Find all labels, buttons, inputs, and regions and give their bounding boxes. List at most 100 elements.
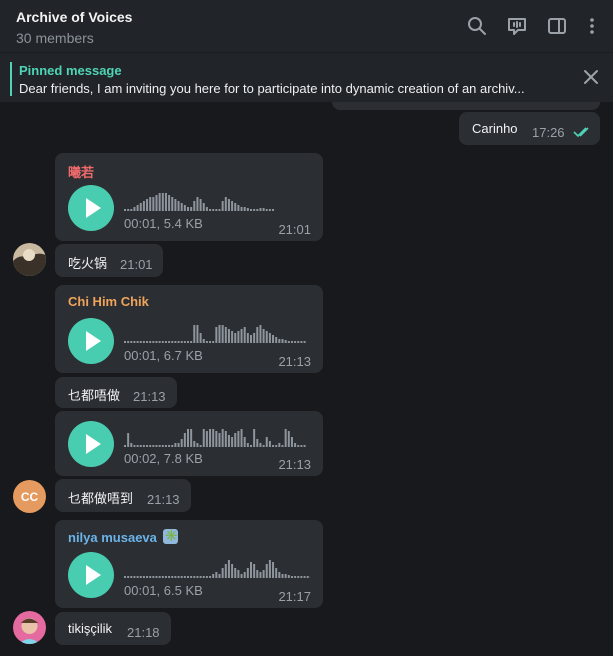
message-time: 17:26	[532, 125, 565, 140]
outgoing-message[interactable]: Carinho 17:26	[459, 112, 600, 145]
waveform[interactable]	[124, 319, 310, 343]
pinned-message-bar[interactable]: Pinned message Dear friends, I am inviti…	[0, 52, 613, 102]
waveform[interactable]	[124, 423, 310, 447]
sender-name[interactable]: nilya musaeva ✳️	[68, 529, 178, 545]
waveform-bar	[224, 197, 227, 211]
waveform-bar	[221, 325, 224, 343]
waveform-bar	[209, 429, 212, 447]
waveform-bar	[199, 199, 202, 211]
message-text: tikişçilik	[68, 621, 113, 636]
message-time: 21:18	[127, 625, 160, 640]
waveform-bar	[205, 431, 208, 447]
waveform-bar	[139, 445, 142, 447]
more-vertical-icon[interactable]	[581, 15, 603, 37]
waveform-bar	[158, 445, 161, 447]
waveform-bar	[149, 197, 152, 211]
waveform-bar	[278, 339, 281, 343]
waveform-bar	[237, 205, 240, 211]
waveform-bar	[265, 437, 268, 447]
waveform-bar	[205, 576, 208, 578]
waveform-bar	[256, 439, 259, 447]
waveform-bar	[253, 429, 256, 447]
member-count: 30 members	[16, 30, 94, 46]
waveform[interactable]	[124, 554, 310, 578]
waveform-bar	[199, 576, 202, 578]
waveform-bar	[272, 209, 275, 211]
waveform-bar	[152, 445, 155, 447]
badge-emoji: ✳️	[164, 529, 179, 542]
waveform-bar	[171, 197, 174, 211]
waveform-bar	[130, 341, 133, 343]
waveform-bar	[174, 443, 177, 447]
waveform-bar	[183, 341, 186, 343]
waveform-bar	[284, 340, 287, 343]
play-button[interactable]	[68, 552, 114, 598]
waveform-bar	[218, 325, 221, 343]
waveform-bar	[155, 341, 158, 343]
waveform[interactable]	[124, 187, 310, 211]
waveform-bar	[202, 429, 205, 447]
message-time: 21:01	[278, 222, 311, 237]
waveform-bar	[193, 441, 196, 447]
voice-message: 曦若 00:01, 5.4 KB 21:01	[55, 153, 323, 241]
user-avatar[interactable]	[13, 611, 46, 644]
waveform-bar	[124, 576, 126, 578]
waveform-bar	[127, 433, 130, 447]
waveform-bar	[124, 341, 126, 343]
waveform-bar	[234, 333, 237, 343]
search-icon[interactable]	[466, 15, 488, 37]
close-pinned-icon[interactable]	[580, 66, 602, 88]
waveform-bar	[190, 576, 193, 578]
waveform-bar	[287, 575, 290, 578]
waveform-bar	[300, 576, 303, 578]
text-message[interactable]: tikişçilik 21:18	[55, 612, 171, 645]
sidebar-toggle-icon[interactable]	[546, 15, 568, 37]
waveform-bar	[187, 341, 189, 343]
waveform-bar	[237, 570, 240, 578]
play-button[interactable]	[68, 421, 114, 467]
waveform-bar	[294, 341, 297, 343]
voice-message: nilya musaeva ✳️ 00:01, 6.5 KB 21:17	[55, 520, 323, 608]
waveform-bar	[227, 435, 230, 447]
waveform-bar	[234, 568, 237, 578]
waveform-bar	[246, 208, 249, 211]
waveform-bar	[164, 576, 167, 578]
waveform-bar	[180, 341, 183, 343]
waveform-bar	[142, 576, 145, 578]
text-message[interactable]: 乜都唔做 21:13	[55, 377, 177, 408]
play-button[interactable]	[68, 185, 114, 231]
waveform-bar	[168, 341, 171, 343]
text-message[interactable]: 乜都做唔到 21:13	[55, 479, 191, 512]
user-avatar-initials[interactable]: CC	[13, 480, 46, 513]
waveform-bar	[250, 209, 252, 211]
waveform-bar	[133, 207, 136, 211]
waveform-bar	[215, 209, 218, 211]
message-time: 21:01	[120, 257, 153, 272]
video-chat-icon[interactable]	[506, 15, 528, 37]
pinned-text: Dear friends, I am inviting you here for…	[19, 81, 525, 96]
waveform-bar	[149, 341, 152, 343]
waveform-bar	[161, 576, 164, 578]
sender-name[interactable]: Chi Him Chik	[68, 294, 149, 309]
chat-title[interactable]: Archive of Voices	[16, 9, 132, 25]
text-message[interactable]: 吃火锅 21:01	[55, 244, 163, 277]
previous-message-edge	[332, 102, 600, 110]
waveform-bar	[130, 443, 133, 447]
waveform-bar	[127, 209, 130, 211]
waveform-bar	[262, 445, 265, 447]
waveform-bar	[187, 576, 189, 578]
waveform-bar	[177, 443, 180, 447]
message-text: 乜都做唔到	[68, 491, 134, 506]
waveform-bar	[205, 207, 208, 211]
waveform-bar	[152, 341, 155, 343]
sender-name[interactable]: 曦若	[68, 162, 94, 181]
waveform-bar	[231, 437, 234, 447]
waveform-bar	[142, 341, 145, 343]
user-avatar[interactable]	[13, 243, 46, 276]
waveform-bar	[158, 193, 161, 211]
play-button[interactable]	[68, 318, 114, 364]
waveform-bar	[180, 439, 183, 447]
waveform-bar	[250, 335, 252, 343]
waveform-bar	[146, 199, 149, 211]
waveform-bar	[196, 576, 199, 578]
